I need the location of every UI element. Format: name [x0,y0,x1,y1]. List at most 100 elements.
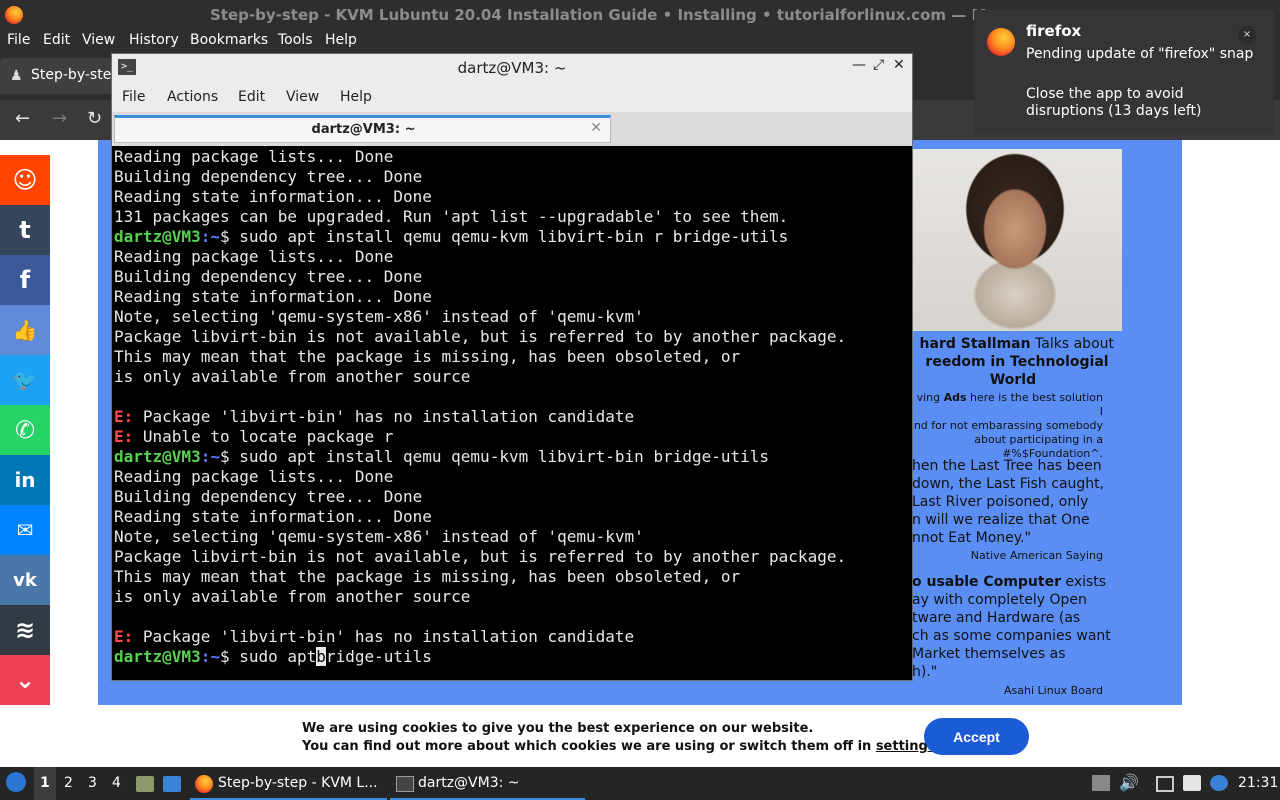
back-arrow-icon[interactable]: ← [15,108,30,129]
terminal-output[interactable]: Reading package lists... Done Building de… [114,147,910,680]
cookie-banner: We are using cookies to give you the bes… [0,705,1280,767]
terminal-line: E: Package 'libvirt-bin' has no installa… [114,407,910,427]
command-text: $ sudo apt install qemu qemu-kvm libvirt… [219,227,789,246]
terminal-line: Reading state information... Done [114,287,910,307]
terminal-line: This may mean that the package is missin… [114,347,910,367]
terminal-menubar: File Actions Edit View Help [112,82,912,112]
terminal-taskbar-icon [396,776,414,792]
line-text: Building dependency tree... Done [114,487,423,506]
tumblr-share-icon[interactable]: t [0,205,50,255]
terminal-titlebar[interactable]: >_ dartz@VM3: ~ — ⤢ ✕ [112,54,912,82]
article-headline[interactable]: hard Stallman Talks about reedom in Tech… [912,335,1114,389]
like-share-icon[interactable]: 👍 [0,305,50,355]
terminal-line: dartz@VM3:~$ sudo apt install qemu qemu-… [114,447,910,467]
taskbar-firefox[interactable]: Step-by-step - KVM L... [190,767,387,800]
notification-close-icon[interactable]: × [1238,26,1256,44]
prompt-path: :~ [200,647,220,666]
ads-note: ving Ads here is the best solution I nd … [913,391,1103,460]
volume-icon[interactable]: 🔊 [1119,773,1139,792]
vk-share-icon[interactable]: vk [0,555,50,605]
linkedin-share-icon[interactable]: in [0,455,50,505]
whatsapp-share-icon[interactable]: ✆ [0,405,50,455]
text-cursor: b [316,647,326,666]
quote-text: hen the Last Tree has been down, the Las… [912,458,1105,546]
input-text: ridge-utils [325,647,432,666]
line-text: Package 'libvirt-bin' has no installatio… [133,407,635,426]
menu-tools[interactable]: Tools [278,32,313,48]
minimize-icon[interactable]: — [852,57,866,73]
terminal-menu-view[interactable]: View [286,89,319,105]
tab-close-icon[interactable]: ✕ [590,120,602,136]
update-notifier-icon[interactable] [1210,775,1228,791]
firefox-taskbar-icon [195,775,213,793]
terminal-menu-help[interactable]: Help [340,89,372,105]
tray-update-icon[interactable] [1092,775,1110,791]
terminal-line: is only available from another source [114,587,910,607]
desktop-icon[interactable] [163,776,181,792]
workspace-2[interactable]: 2 [64,775,73,791]
taskbar: 1 2 3 4 Step-by-step - KVM L... dartz@VM… [0,767,1280,800]
menu-help[interactable]: Help [325,32,357,48]
line-text: Package libvirt-bin is not available, bu… [114,547,847,566]
input-text: $ sudo apt [219,647,317,666]
browser-tab[interactable]: ♟ Step-by-step [0,58,112,94]
taskbar-firefox-label: Step-by-step - KVM L... [218,775,378,791]
prompt-path: :~ [200,447,220,466]
twitter-share-icon[interactable]: 🐦 [0,355,50,405]
terminal-line: is only available from another source [114,367,910,387]
terminal-tab[interactable]: dartz@VM3: ~ ✕ [114,115,611,143]
line-text: Reading package lists... Done [114,147,394,166]
terminal-window: >_ dartz@VM3: ~ — ⤢ ✕ File Actions Edit … [111,53,913,681]
line-text: Package libvirt-bin is not available, bu… [114,327,847,346]
terminal-line: Note, selecting 'qemu-system-x86' instea… [114,527,910,547]
prompt-path: :~ [200,227,220,246]
messenger-share-icon[interactable]: ✉ [0,505,50,555]
window-title: Step-by-step - KVM Lubuntu 20.04 Install… [210,6,997,24]
forward-arrow-icon[interactable]: → [52,108,67,129]
terminal-line: Reading package lists... Done [114,147,910,167]
taskbar-terminal[interactable]: dartz@VM3: ~ [390,767,585,800]
close-icon[interactable]: ✕ [893,57,905,73]
line-text: This may mean that the package is missin… [114,567,741,586]
social-share-sidebar: ☺ t f 👍 🐦 ✆ in ✉ vk ≋ ⌄ ♛ [0,155,50,755]
terminal-menu-actions[interactable]: Actions [167,89,218,105]
line-text: Unable to locate package r [133,427,394,446]
pocket-share-icon[interactable]: ⌄ [0,655,50,705]
start-menu-icon[interactable] [6,772,26,792]
terminal-menu-file[interactable]: File [122,89,145,105]
terminal-line: E: Unable to locate package r [114,427,910,447]
menu-file[interactable]: File [7,32,30,48]
workspace-1[interactable]: 1 [40,775,50,791]
network-icon[interactable] [1156,776,1174,792]
usable-computer-text: o usable Computer exists ay with complet… [912,574,1111,680]
line-text: Note, selecting 'qemu-system-x86' instea… [114,527,644,546]
facebook-share-icon[interactable]: f [0,255,50,305]
menu-bookmarks[interactable]: Bookmarks [190,32,268,48]
cookie-accept-button[interactable]: Accept [924,718,1029,755]
prompt-user: dartz@VM3 [114,647,201,666]
file-manager-icon[interactable] [136,776,154,792]
error-prefix: E: [114,427,134,446]
command-text: $ sudo apt install qemu qemu-kvm libvirt… [219,447,770,466]
workspace-3[interactable]: 3 [88,775,97,791]
terminal-line: Reading package lists... Done [114,247,910,267]
terminal-tabbar: dartz@VM3: ~ ✕ [112,112,912,146]
browser-tab-label: Step-by-step [31,67,111,83]
quote-source: Native American Saying [970,549,1103,562]
clipboard-icon[interactable] [1183,775,1201,791]
menu-history[interactable]: History [129,32,179,48]
reddit-share-icon[interactable]: ☺ [0,155,50,205]
line-text: is only available from another source [114,587,471,606]
maximize-icon[interactable]: ⤢ [873,57,884,73]
workspace-4[interactable]: 4 [112,775,121,791]
menu-view[interactable]: View [82,32,115,48]
reload-icon[interactable]: ↻ [87,108,102,129]
terminal-line: Building dependency tree... Done [114,167,910,187]
usable-source: Asahi Linux Board [1004,684,1103,697]
buffer-share-icon[interactable]: ≋ [0,605,50,655]
terminal-menu-edit[interactable]: Edit [238,89,265,105]
terminal-line: 131 packages can be upgraded. Run 'apt l… [114,207,910,227]
menu-edit[interactable]: Edit [43,32,70,48]
